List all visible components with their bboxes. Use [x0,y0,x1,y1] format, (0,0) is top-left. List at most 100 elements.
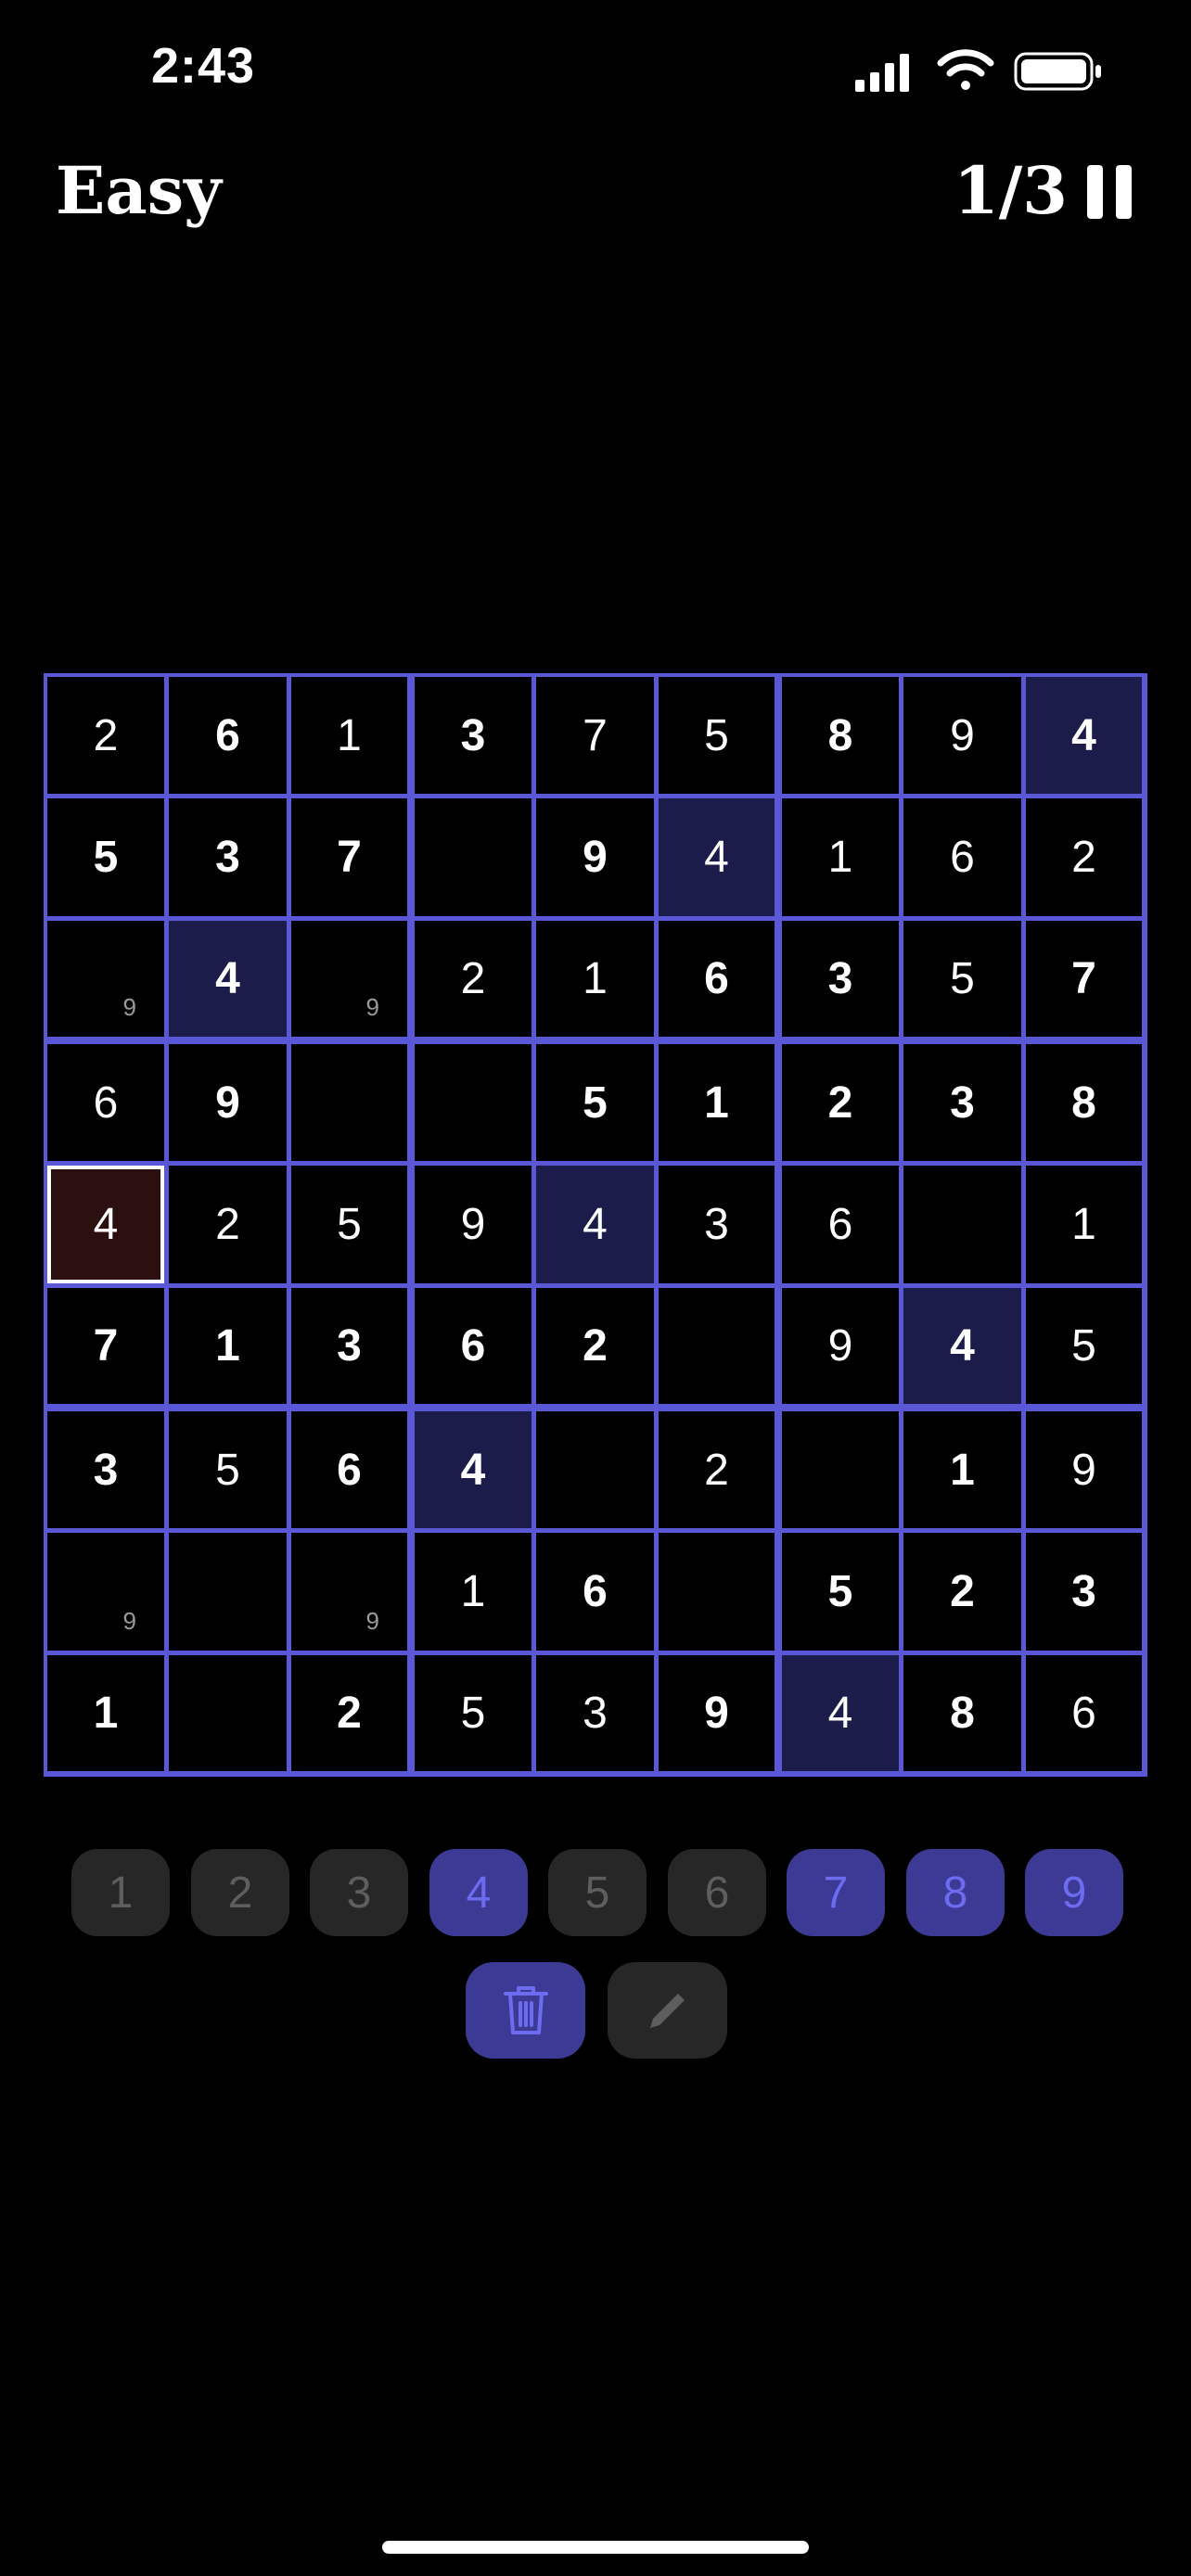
cell-r9c2[interactable] [169,1655,287,1771]
cell-r1c8[interactable]: 9 [903,677,1021,794]
cell-r1c4[interactable]: 3 [415,677,531,794]
cell-r6c6[interactable] [659,1288,775,1404]
cell-r3c4[interactable]: 2 [415,921,531,1037]
cell-r6c3[interactable]: 3 [291,1288,407,1404]
cell-r3c8[interactable]: 5 [903,921,1021,1037]
cell-r2c4[interactable] [415,798,531,916]
cell-r5c3[interactable]: 5 [291,1166,407,1283]
cell-value: 1 [460,1567,486,1616]
cell-r4c9[interactable]: 8 [1026,1044,1142,1161]
number-button-1[interactable]: 1 [71,1849,170,1936]
cell-r5c5[interactable]: 4 [536,1166,654,1283]
cell-r7c7[interactable] [782,1411,899,1528]
cell-r6c1[interactable]: 7 [47,1288,164,1404]
cell-r4c6[interactable]: 1 [659,1044,775,1161]
cell-r4c7[interactable]: 2 [782,1044,899,1161]
home-indicator[interactable] [382,2541,809,2554]
cell-r4c1[interactable]: 6 [47,1044,164,1161]
cell-r5c2[interactable]: 2 [169,1166,287,1283]
cell-r7c8[interactable]: 1 [903,1411,1021,1528]
cell-r2c6[interactable]: 4 [659,798,775,916]
cell-r1c1[interactable]: 2 [47,677,164,794]
cell-r6c4[interactable]: 6 [415,1288,531,1404]
cell-r6c5[interactable]: 2 [536,1288,654,1404]
cell-r3c3[interactable]: 9 [291,921,407,1037]
cell-value: 7 [583,710,608,760]
cell-r4c4[interactable] [415,1044,531,1161]
pencil-button[interactable] [608,1962,727,2059]
cell-r6c8[interactable]: 4 [903,1288,1021,1404]
cell-r5c9[interactable]: 1 [1026,1166,1142,1283]
cell-r9c8[interactable]: 8 [903,1655,1021,1771]
cell-r1c9[interactable]: 4 [1026,677,1142,794]
number-button-4[interactable]: 4 [429,1849,528,1936]
cell-r9c6[interactable]: 9 [659,1655,775,1771]
cell-r9c9[interactable]: 6 [1026,1655,1142,1771]
status-icons [855,48,1104,93]
number-button-7[interactable]: 7 [787,1849,885,1936]
number-button-8[interactable]: 8 [906,1849,1005,1936]
cell-r2c1[interactable]: 5 [47,798,164,916]
cell-r1c6[interactable]: 5 [659,677,775,794]
cell-r6c2[interactable]: 1 [169,1288,287,1404]
cell-r2c3[interactable]: 7 [291,798,407,916]
cell-r2c8[interactable]: 6 [903,798,1021,916]
cell-r9c7[interactable]: 4 [782,1655,899,1771]
cell-r8c7[interactable]: 5 [782,1533,899,1651]
cell-r4c8[interactable]: 3 [903,1044,1021,1161]
cell-r8c3[interactable]: 9 [291,1533,407,1651]
cell-r9c1[interactable]: 1 [47,1655,164,1771]
cell-r4c5[interactable]: 5 [536,1044,654,1161]
cell-r3c2[interactable]: 4 [169,921,287,1037]
cell-r4c2[interactable]: 9 [169,1044,287,1161]
cell-r6c9[interactable]: 5 [1026,1288,1142,1404]
cell-r6c7[interactable]: 9 [782,1288,899,1404]
cell-r7c6[interactable]: 2 [659,1411,775,1528]
cell-r2c5[interactable]: 9 [536,798,654,916]
cell-value: 8 [950,1689,975,1738]
cell-r5c4[interactable]: 9 [415,1166,531,1283]
cell-r8c1[interactable]: 9 [47,1533,164,1651]
cell-r8c8[interactable]: 2 [903,1533,1021,1651]
cell-r3c9[interactable]: 7 [1026,921,1142,1037]
cell-r5c1[interactable]: 4 [47,1166,164,1283]
cell-value: 6 [460,1321,486,1371]
cell-r8c5[interactable]: 6 [536,1533,654,1651]
cell-r9c5[interactable]: 3 [536,1655,654,1771]
cell-r7c1[interactable]: 3 [47,1411,164,1528]
number-button-2[interactable]: 2 [191,1849,289,1936]
cell-r1c5[interactable]: 7 [536,677,654,794]
cell-r2c2[interactable]: 3 [169,798,287,916]
cell-r9c4[interactable]: 5 [415,1655,531,1771]
cell-r1c3[interactable]: 1 [291,677,407,794]
cell-r7c5[interactable] [536,1411,654,1528]
cell-r4c3[interactable] [291,1044,407,1161]
number-button-6[interactable]: 6 [668,1849,766,1936]
cell-r8c6[interactable] [659,1533,775,1651]
cell-r3c6[interactable]: 6 [659,921,775,1037]
cell-value: 6 [950,833,975,882]
number-button-9[interactable]: 9 [1025,1849,1123,1936]
cell-r3c5[interactable]: 1 [536,921,654,1037]
delete-button[interactable] [466,1962,585,2059]
cell-r3c1[interactable]: 9 [47,921,164,1037]
cell-r7c4[interactable]: 4 [415,1411,531,1528]
cell-r8c2[interactable] [169,1533,287,1651]
cell-r9c3[interactable]: 2 [291,1655,407,1771]
cell-r3c7[interactable]: 3 [782,921,899,1037]
cell-r1c7[interactable]: 8 [782,677,899,794]
cell-r2c7[interactable]: 1 [782,798,899,916]
cell-r8c9[interactable]: 3 [1026,1533,1142,1651]
cell-r5c6[interactable]: 3 [659,1166,775,1283]
number-button-5[interactable]: 5 [548,1849,647,1936]
cell-r1c2[interactable]: 6 [169,677,287,794]
pause-button[interactable] [1087,165,1132,219]
number-button-3[interactable]: 3 [310,1849,408,1936]
cell-r7c3[interactable]: 6 [291,1411,407,1528]
cell-r5c7[interactable]: 6 [782,1166,899,1283]
cell-r2c9[interactable]: 2 [1026,798,1142,916]
cell-r5c8[interactable] [903,1166,1021,1283]
cell-r7c9[interactable]: 9 [1026,1411,1142,1528]
cell-r8c4[interactable]: 1 [415,1533,531,1651]
cell-r7c2[interactable]: 5 [169,1411,287,1528]
